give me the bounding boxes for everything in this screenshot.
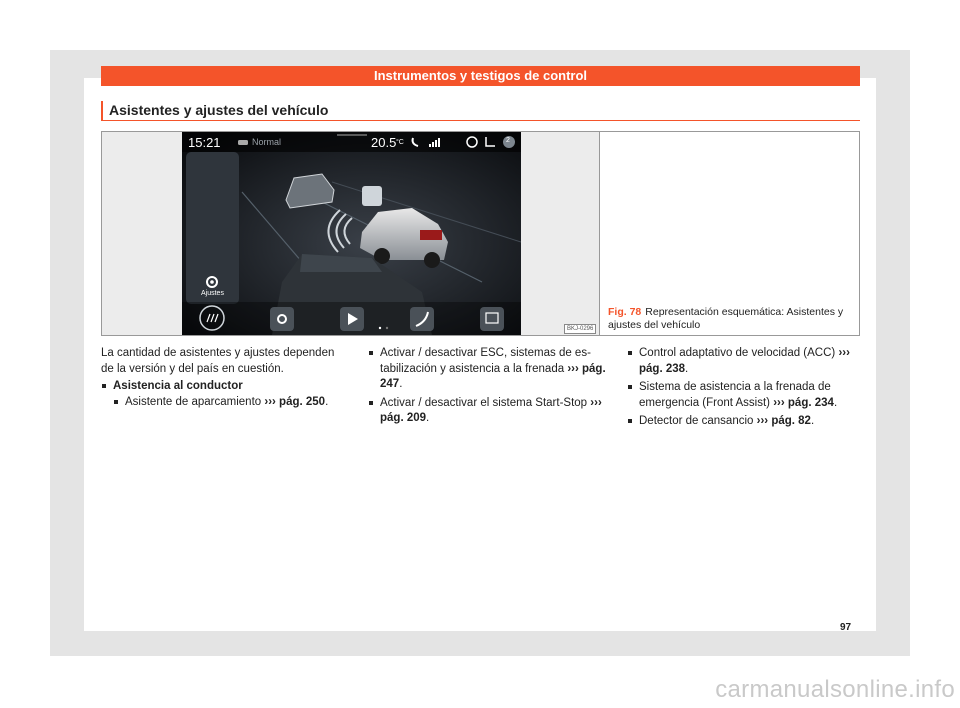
list-item-text: Control adaptativo de velocidad (ACC) xyxy=(639,347,836,359)
watermark: carmanualsonline.info xyxy=(715,676,955,703)
group-heading: Asistencia al conductor xyxy=(101,379,341,395)
figure-margin-right xyxy=(521,132,599,335)
list-item: Activar / desactivar ESC, sistemas de es… xyxy=(368,346,606,393)
screen-illustration xyxy=(182,132,521,335)
chapter-header: Instrumentos y testigos de control xyxy=(101,66,860,86)
screen-temperature: 20.5 xyxy=(371,135,397,150)
grid-icon xyxy=(480,307,504,331)
list-item: Detector de cansancio ››› pág. 82. xyxy=(627,414,860,430)
intro-paragraph: La cantidad de asistentes y ajustes depe… xyxy=(101,347,335,375)
list-item: Activar / desactivar el sistema Start-St… xyxy=(368,396,606,427)
list-item-text: Detector de cansancio xyxy=(639,415,754,427)
figure-code: BKJ-0296 xyxy=(564,324,597,334)
text-column-1: La cantidad de asistentes y ajustes depe… xyxy=(101,346,341,410)
list-item-end: . xyxy=(685,362,689,375)
screen-sidebar-label: Ajustes xyxy=(201,290,224,297)
text-column-3: Control adaptativo de velocidad (ACC) ››… xyxy=(627,346,860,430)
phone-icon xyxy=(410,307,434,331)
screen-badge-count: 2 xyxy=(506,137,510,144)
figure-margin-left xyxy=(102,132,182,335)
page-reference-link[interactable]: ››› pág. 234 xyxy=(773,397,834,409)
settings-icon xyxy=(270,307,294,331)
figure: 15:21 Normal 20.5 °C 2 Ajustes BKJ-0296 … xyxy=(101,131,860,336)
page-reference-link[interactable]: ››› pág. 82 xyxy=(757,415,811,427)
screen-temperature-unit: °C xyxy=(396,139,404,146)
list-item-text: Asistente de aparcamiento xyxy=(125,395,262,408)
list-item: Control adaptativo de velocidad (ACC) ››… xyxy=(627,346,860,377)
warning-marker xyxy=(362,186,382,206)
list-item: Asistente de aparcamiento ››› pág. 250. xyxy=(113,395,341,411)
text-column-2: Activar / desactivar ESC, sistemas de es… xyxy=(368,346,606,427)
list-item-end: . xyxy=(325,395,329,408)
figure-caption: Fig. 78 Representación esquemática: Asist… xyxy=(608,306,853,332)
page-number: 97 xyxy=(840,622,852,633)
list-item-end: . xyxy=(833,396,838,409)
screen-clock: 15:21 xyxy=(188,135,221,150)
figure-label: Fig. 78 xyxy=(608,306,642,318)
list-item-end: . xyxy=(810,415,815,427)
section-title: Asistentes y ajustes del vehículo xyxy=(101,101,860,121)
page-reference-link[interactable]: ››› pág. 250 xyxy=(264,396,325,408)
car-icon xyxy=(238,140,248,145)
figure-caption-text: Representación esquemática: Asistentes y… xyxy=(608,306,844,331)
list-item-text: Activar / desactivar ESC, sistemas de es… xyxy=(380,347,591,375)
list-item-text: Activar / desactivar el sistema Start-St… xyxy=(380,396,588,409)
list-item: Sistema de asistencia a la frenada de em… xyxy=(627,380,860,411)
list-item-end: . xyxy=(399,378,403,390)
infotainment-screen: 15:21 Normal 20.5 °C 2 Ajustes xyxy=(182,132,521,335)
list-item-end: . xyxy=(426,412,430,424)
screen-drive-mode: Normal xyxy=(252,137,282,147)
figure-divider xyxy=(599,132,600,335)
